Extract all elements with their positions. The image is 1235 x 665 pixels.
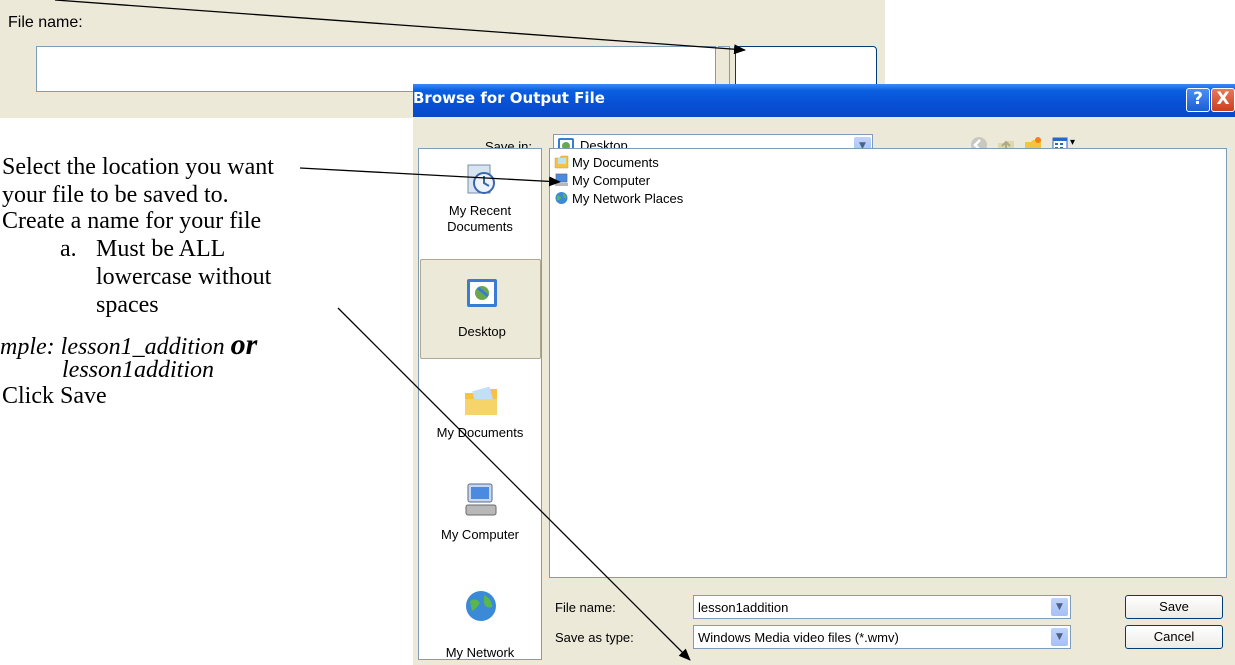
arrow-to-file-list [299,167,561,187]
arrow-to-save-button [54,0,746,55]
arrow-to-file-type [337,307,691,661]
annotation-arrows [54,0,746,661]
